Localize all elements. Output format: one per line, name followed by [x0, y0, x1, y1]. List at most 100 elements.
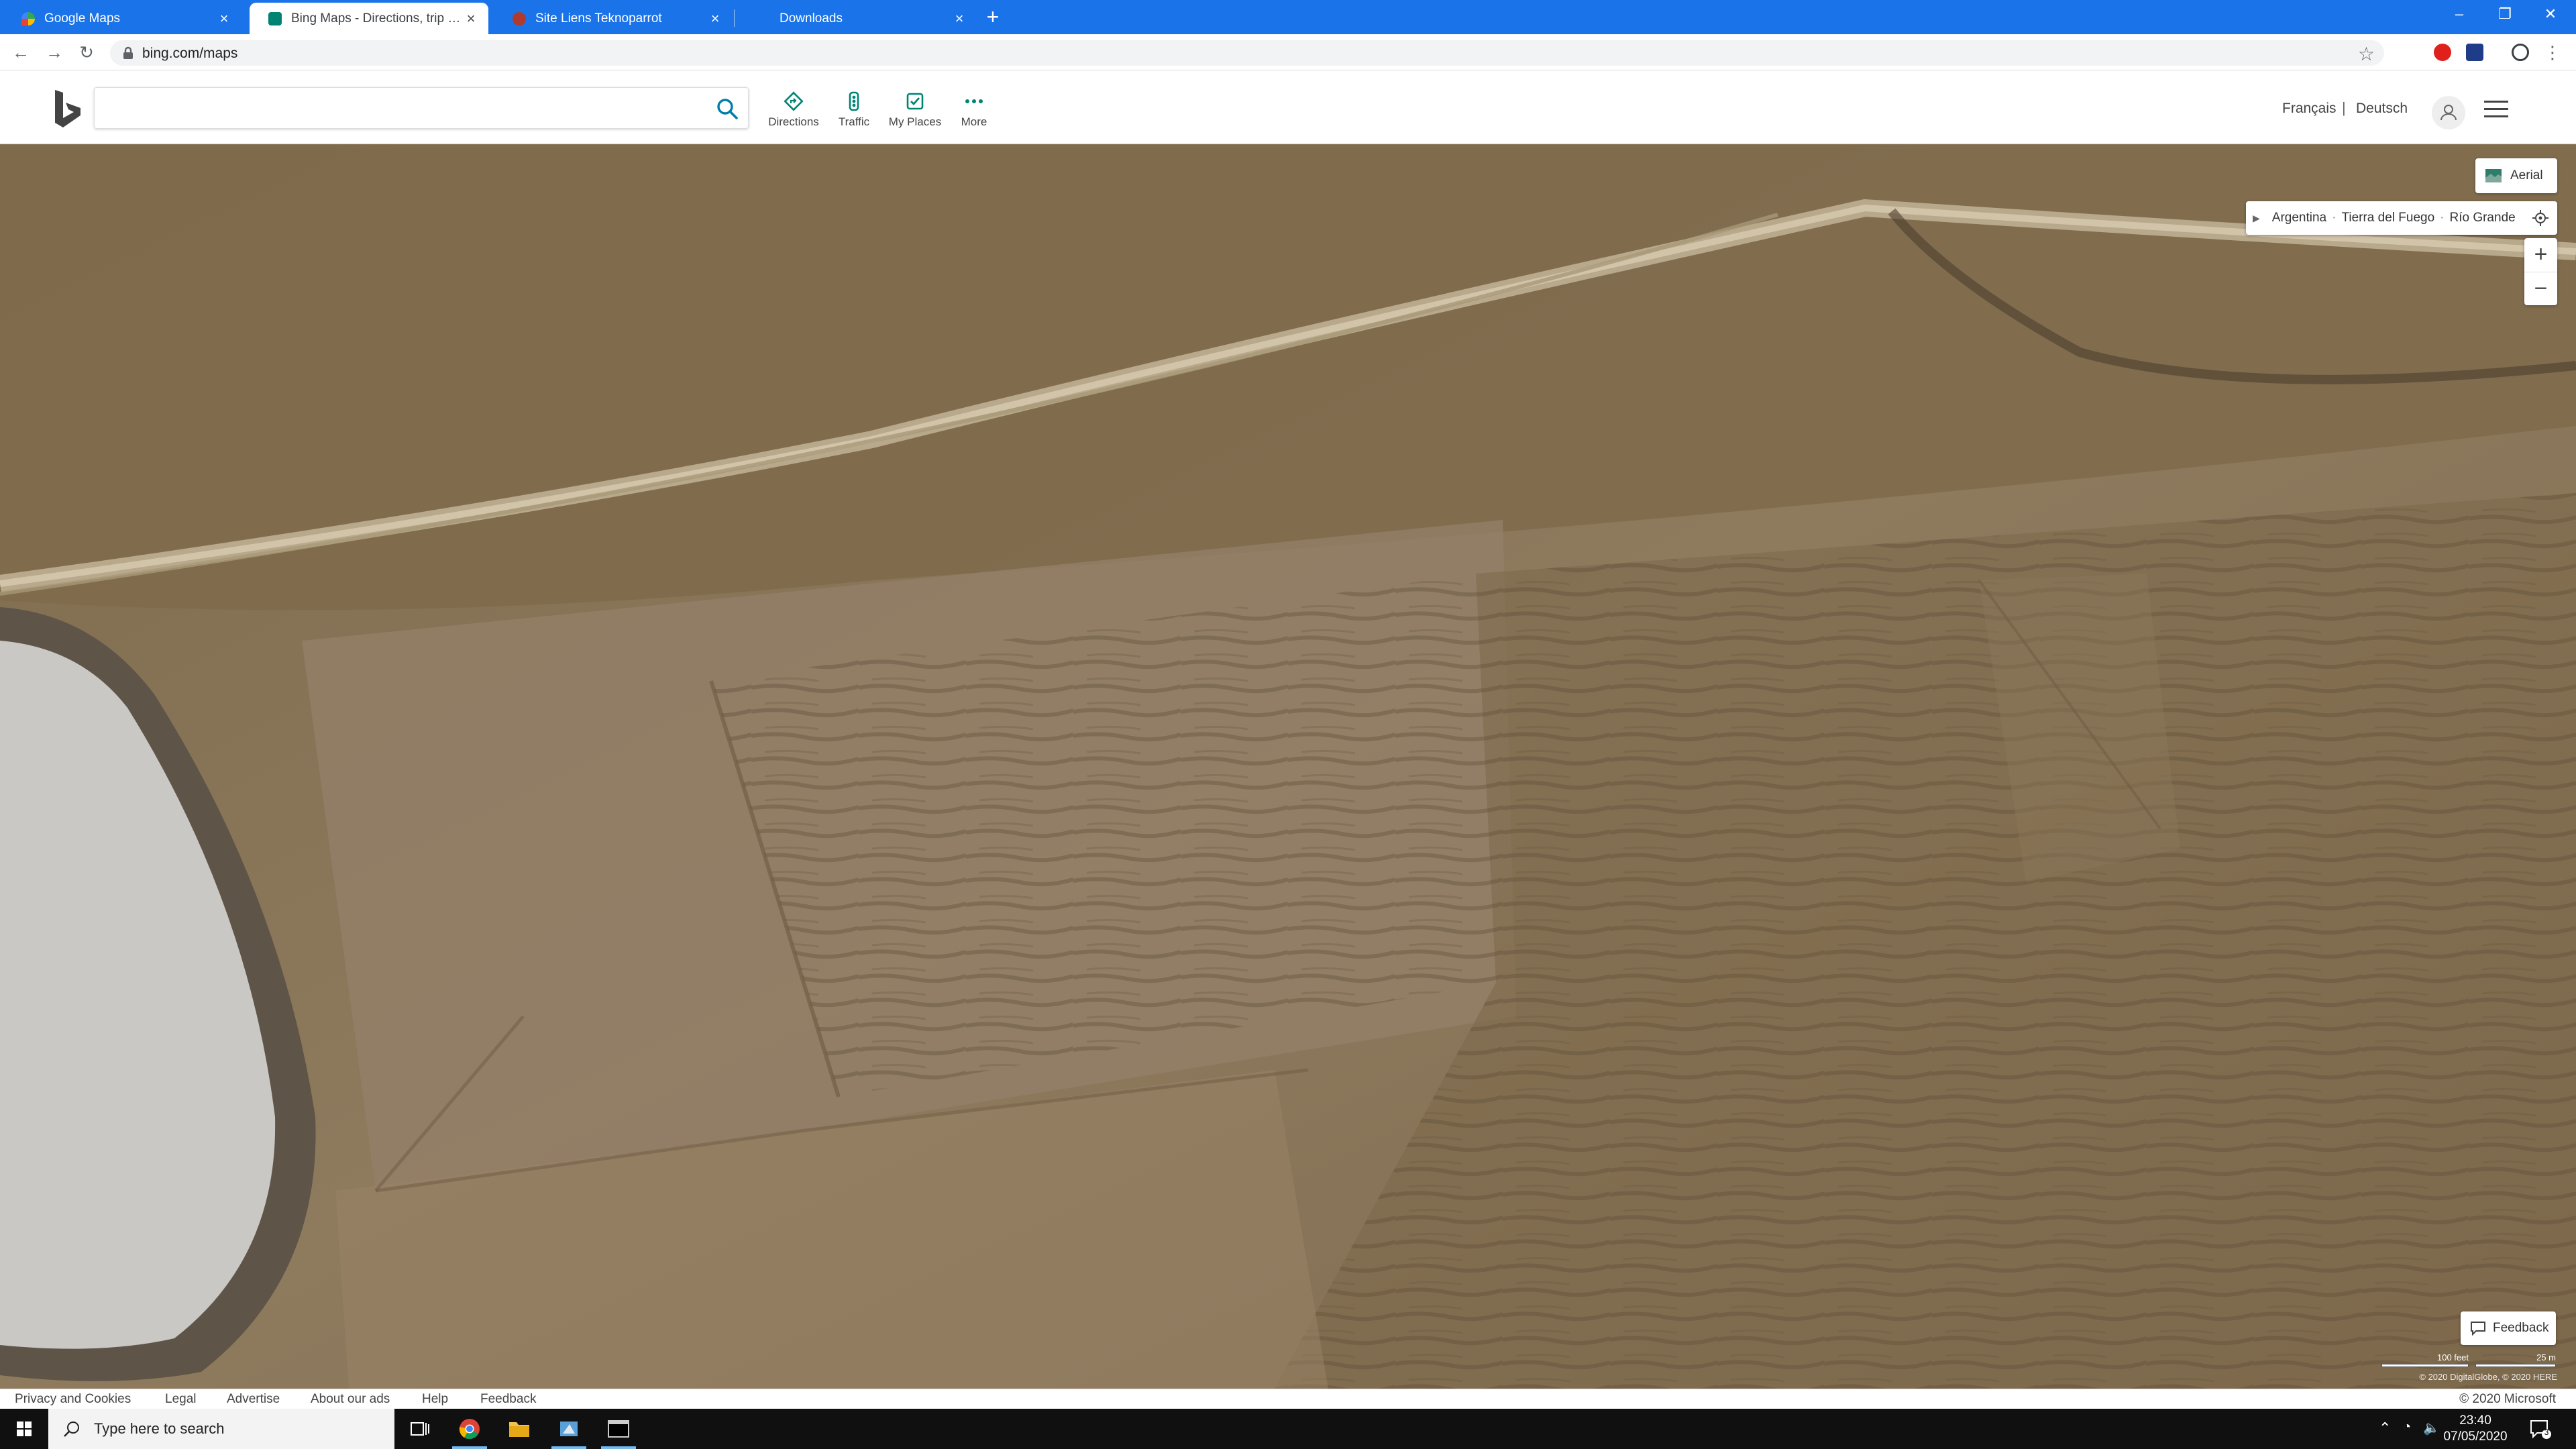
address-bar[interactable]: bing.com/maps ☆ — [110, 40, 2384, 66]
bing-favicon-icon — [268, 11, 282, 25]
imagery-copyright: © 2020 DigitalGlobe, © 2020 HERE — [2419, 1372, 2557, 1382]
footer-link-help[interactable]: Help — [422, 1392, 448, 1407]
taskbar-chrome[interactable] — [445, 1409, 494, 1449]
directions-icon — [784, 91, 804, 111]
search-box[interactable] — [94, 87, 749, 129]
terminal-icon — [608, 1420, 629, 1438]
footer-link-legal[interactable]: Legal — [165, 1392, 197, 1407]
map-feedback-button[interactable]: Feedback — [2461, 1311, 2556, 1345]
avatar[interactable] — [2432, 96, 2465, 129]
google-maps-favicon-icon — [21, 11, 35, 25]
user-icon — [2440, 105, 2457, 121]
windows-taskbar: Type here to search ⌃ ◔ 🔈 23:40 07/05/20… — [0, 1409, 2576, 1449]
restore-icon[interactable]: ❐ — [2483, 0, 2526, 30]
locate-me-icon[interactable] — [2532, 209, 2549, 227]
scale-metric-bar — [2475, 1364, 2556, 1367]
profile-icon[interactable] — [2512, 44, 2529, 61]
my-places-icon — [906, 93, 924, 110]
my-places-button[interactable]: My Places — [881, 91, 949, 134]
footer-link-feedback[interactable]: Feedback — [480, 1392, 536, 1407]
tab-site-liens-teknoparrot[interactable]: Site Liens Teknoparrot × — [494, 3, 733, 34]
more-icon — [965, 99, 983, 103]
bookmark-star-icon[interactable]: ☆ — [2358, 43, 2375, 65]
browser-tabstrip: Google Maps × Bing Maps - Directions, tr… — [0, 0, 2576, 34]
taskbar-terminal[interactable] — [594, 1409, 643, 1449]
start-button[interactable] — [0, 1409, 48, 1449]
language-separator: | — [2342, 99, 2346, 116]
map-canvas[interactable]: Aerial ▶ Argentina · Tierra del Fuego · … — [0, 144, 2576, 1389]
map-style-aerial-button[interactable]: Aerial — [2475, 158, 2557, 193]
breadcrumb-country[interactable]: Argentina — [2272, 211, 2326, 225]
forward-icon[interactable]: → — [43, 41, 66, 64]
directions-button[interactable]: Directions — [760, 91, 827, 134]
footer-link-advertise[interactable]: Advertise — [227, 1392, 280, 1407]
chrome-menu-icon[interactable]: ⋮ — [2541, 41, 2564, 64]
back-icon[interactable]: ← — [9, 41, 32, 64]
tab-title: Downloads — [780, 11, 843, 25]
new-tab-button[interactable]: + — [981, 5, 1005, 30]
taskbar-app[interactable] — [545, 1409, 593, 1449]
extension-icon[interactable] — [2466, 44, 2483, 61]
opera-extension-icon[interactable] — [2434, 44, 2451, 61]
network-icon[interactable]: ◔ — [2403, 1419, 2411, 1435]
search-input[interactable] — [105, 96, 696, 121]
taskbar-search-placeholder: Type here to search — [94, 1420, 225, 1437]
minimize-icon[interactable]: – — [2438, 0, 2481, 30]
task-view-button[interactable] — [396, 1409, 444, 1449]
notification-center-button[interactable]: 3 — [2529, 1418, 2552, 1440]
tab-close-icon[interactable]: × — [707, 10, 723, 27]
tab-close-icon[interactable]: × — [951, 10, 967, 27]
traffic-label: Traffic — [838, 115, 870, 128]
breadcrumb-separator: · — [2332, 211, 2337, 225]
zoom-in-button[interactable]: + — [2524, 238, 2557, 272]
tab-downloads[interactable]: Downloads × — [738, 3, 977, 34]
clock-date: 07/05/2020 — [2443, 1430, 2508, 1444]
map-style-label: Aerial — [2510, 168, 2543, 182]
chrome-icon — [459, 1419, 480, 1440]
folder-icon — [509, 1422, 529, 1437]
zoom-control: + − — [2524, 238, 2557, 305]
tab-google-maps[interactable]: Google Maps × — [3, 3, 241, 34]
traffic-button[interactable]: Traffic — [820, 91, 888, 134]
tab-title: Bing Maps - Directions, trip planning, t… — [291, 11, 463, 25]
taskbar-search[interactable]: Type here to search — [48, 1409, 394, 1449]
bing-logo-icon[interactable] — [52, 89, 83, 129]
tab-title: Site Liens Teknoparrot — [535, 11, 662, 25]
taskbar-file-explorer[interactable] — [495, 1409, 543, 1449]
search-icon — [64, 1421, 79, 1437]
teknoparrot-favicon-icon — [513, 11, 526, 25]
lock-icon — [123, 46, 133, 59]
reload-icon[interactable]: ↻ — [75, 41, 98, 64]
traffic-icon — [849, 91, 859, 111]
taskbar-clock[interactable]: 23:40 07/05/2020 — [2428, 1413, 2522, 1445]
location-breadcrumb[interactable]: ▶ Argentina · Tierra del Fuego · Río Gra… — [2246, 201, 2557, 235]
breadcrumb-separator: · — [2440, 211, 2445, 225]
task-view-icon — [411, 1422, 429, 1436]
aerial-imagery — [0, 144, 2576, 1389]
tab-bing-maps[interactable]: Bing Maps - Directions, trip planning, t… — [250, 3, 488, 34]
breadcrumb-city[interactable]: Río Grande — [2449, 211, 2515, 225]
footer-link-privacy[interactable]: Privacy and Cookies — [15, 1392, 131, 1407]
show-hidden-icons-icon[interactable]: ⌃ — [2379, 1419, 2391, 1437]
footer-link-about-ads[interactable]: About our ads — [311, 1392, 390, 1407]
expand-caret-icon[interactable]: ▶ — [2253, 213, 2260, 224]
feedback-label: Feedback — [2493, 1321, 2549, 1335]
browser-toolbar: ← → ↻ bing.com/maps ☆ ⋮ — [0, 34, 2576, 70]
zoom-out-button[interactable]: − — [2524, 272, 2557, 306]
hamburger-menu-icon[interactable] — [2484, 101, 2508, 119]
tab-close-icon[interactable]: × — [463, 10, 479, 27]
language-deutsch-link[interactable]: Deutsch — [2356, 101, 2408, 117]
close-window-icon[interactable]: ✕ — [2529, 0, 2572, 30]
tab-title: Google Maps — [44, 11, 121, 25]
tab-close-icon[interactable]: × — [216, 10, 232, 27]
scale-metric-label: 25 m — [2536, 1352, 2556, 1362]
downloads-favicon-icon — [757, 12, 770, 25]
windows-logo-icon — [17, 1421, 32, 1436]
footer-copyright: © 2020 Microsoft — [2459, 1392, 2556, 1406]
language-francais-link[interactable]: Français — [2282, 101, 2337, 117]
notification-count: 3 — [2544, 1428, 2549, 1437]
search-icon[interactable] — [716, 97, 739, 120]
more-button[interactable]: More — [941, 91, 1008, 134]
bing-header: Directions Traffic My Places More França… — [0, 71, 2576, 144]
breadcrumb-province[interactable]: Tierra del Fuego — [2341, 211, 2434, 225]
